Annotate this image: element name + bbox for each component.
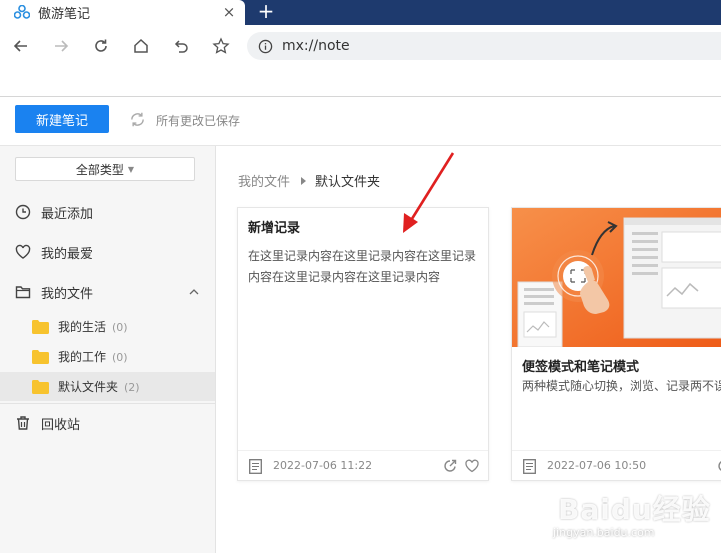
browser-tab-strip: 傲游笔记 × + xyxy=(0,0,721,25)
star-icon xyxy=(212,37,230,54)
maxthon-note-icon xyxy=(14,4,30,19)
note-card[interactable]: 便签模式和笔记模式 两种模式随心切换，浏览、记录两不误 2022-07-06 1… xyxy=(511,207,721,481)
sidebar-folder-default[interactable]: 默认文件夹 (2) xyxy=(0,372,215,401)
folder-icon xyxy=(32,319,49,334)
heart-icon xyxy=(15,244,31,259)
reload-icon xyxy=(95,39,107,52)
note-footer: 2022-07-06 10:50 xyxy=(512,450,721,480)
folder-label: 我的生活 (0) xyxy=(58,320,128,334)
breadcrumb-arrow-icon xyxy=(301,176,307,185)
address-bar[interactable]: mx://note xyxy=(247,32,721,60)
forward-button[interactable] xyxy=(50,35,72,57)
browser-separator xyxy=(0,96,721,97)
arrow-right-icon xyxy=(55,40,69,52)
undo-close-button[interactable] xyxy=(170,35,192,57)
back-button[interactable] xyxy=(10,35,32,57)
sidebar-folder-life[interactable]: 我的生活 (0) xyxy=(0,312,215,341)
browser-tab-note[interactable]: 傲游笔记 × xyxy=(0,0,245,25)
folder-count: (0) xyxy=(112,321,128,334)
note-body: 两种模式随心切换，浏览、记录两不误 xyxy=(522,379,721,393)
type-filter-label: 全部类型 xyxy=(75,162,124,177)
browser-toolbar: mx://note xyxy=(0,25,721,67)
folder-label: 默认文件夹 (2) xyxy=(58,380,140,394)
baidu-watermark: Baidu经验 jingyan.baidu.com xyxy=(553,488,721,548)
note-thumbnail-image xyxy=(512,208,721,347)
trash-icon xyxy=(17,416,29,430)
tab-title: 傲游笔记 xyxy=(38,7,91,22)
document-icon xyxy=(249,459,262,474)
share-icon[interactable] xyxy=(717,459,721,473)
folder-count: (2) xyxy=(124,381,140,394)
sidebar-item-label: 我的文件 xyxy=(41,286,94,302)
caret-down-icon: ▼ xyxy=(127,164,135,174)
sidebar-divider xyxy=(0,403,215,404)
sidebar-item-favorites[interactable]: 我的最爱 xyxy=(0,237,215,267)
note-date: 2022-07-06 11:22 xyxy=(273,459,373,472)
note-title: 新增记录 xyxy=(248,221,301,236)
bookmark-button[interactable] xyxy=(210,35,232,57)
tab-close-icon[interactable]: × xyxy=(220,3,238,21)
home-icon xyxy=(134,38,148,53)
type-filter-select[interactable]: 全部类型 ▼ xyxy=(15,157,195,181)
undo-icon xyxy=(174,40,188,53)
note-footer: 2022-07-06 11:22 xyxy=(238,450,488,480)
sidebar-item-label: 我的最爱 xyxy=(41,246,94,262)
sidebar-item-trash[interactable]: 回收站 xyxy=(0,408,215,438)
folder-count: (0) xyxy=(112,351,128,364)
save-status: 所有更改已保存 xyxy=(156,114,241,128)
note-title: 便签模式和笔记模式 xyxy=(522,360,640,375)
sync-icon xyxy=(131,112,144,127)
folder-icon xyxy=(32,349,49,364)
url-text: mx://note xyxy=(282,38,350,54)
share-icon[interactable] xyxy=(443,459,457,473)
breadcrumb-root[interactable]: 我的文件 xyxy=(238,171,290,190)
sidebar-item-label: 回收站 xyxy=(41,417,81,433)
document-icon xyxy=(523,459,536,474)
folder-outline-icon xyxy=(15,286,31,299)
clock-icon xyxy=(15,204,31,220)
sidebar-item-my-files[interactable]: 我的文件 xyxy=(0,277,215,307)
new-tab-button[interactable]: + xyxy=(256,0,276,25)
note-date: 2022-07-06 10:50 xyxy=(547,459,647,472)
sidebar-item-recent[interactable]: 最近添加 xyxy=(0,197,215,227)
sidebar-item-label: 最近添加 xyxy=(41,206,94,222)
folder-icon xyxy=(32,379,49,394)
arrow-left-icon xyxy=(13,40,27,52)
watermark-logo: Baidu经验 xyxy=(558,493,711,526)
breadcrumb-current: 默认文件夹 xyxy=(315,175,381,190)
chevron-up-icon[interactable] xyxy=(188,286,200,298)
info-icon xyxy=(258,39,273,53)
sidebar-folder-work[interactable]: 我的工作 (0) xyxy=(0,342,215,371)
new-note-button[interactable]: 新建笔记 xyxy=(15,105,109,133)
sidebar: 全部类型 ▼ 最近添加 我的最爱 我的文件 我的生活 (0) 我的工作 (0) 默认… xyxy=(0,146,216,553)
breadcrumb: 我的文件 默认文件夹 xyxy=(238,171,380,190)
note-card[interactable]: 新增记录 在这里记录内容在这里记录内容在这里记录内容在这里记录内容在这里记录内容… xyxy=(237,207,489,481)
heart-outline-icon[interactable] xyxy=(465,459,479,473)
folder-label: 我的工作 (0) xyxy=(58,350,128,364)
watermark-url: jingyan.baidu.com xyxy=(553,526,655,539)
home-button[interactable] xyxy=(130,35,152,57)
reload-button[interactable] xyxy=(90,35,112,57)
note-body: 在这里记录内容在这里记录内容在这里记录内容在这里记录内容在这里记录内容 xyxy=(248,249,477,284)
